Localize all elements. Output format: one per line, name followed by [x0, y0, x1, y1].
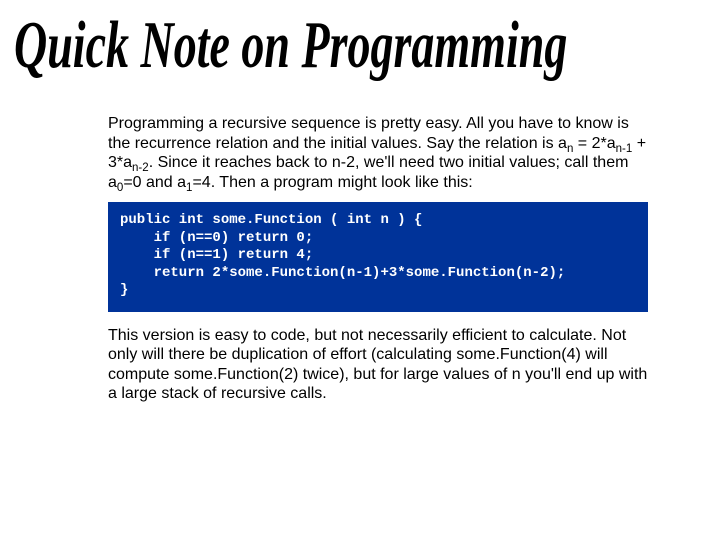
para1-text-b: = 2*a	[573, 135, 615, 152]
para1-text-a: Programming a recursive sequence is pret…	[108, 115, 629, 152]
subscript-n-minus-1: n-1	[616, 143, 633, 155]
para1-text-e: =0 and a	[123, 174, 186, 191]
code-line-3: if (n==1) return 4;	[120, 247, 313, 263]
subscript-n-minus-2: n-2	[132, 162, 149, 174]
code-block: public int some.Function ( int n ) { if …	[108, 202, 648, 312]
code-line-4: return 2*some.Function(n-1)+3*some.Funct…	[120, 265, 565, 281]
paragraph-2: This version is easy to code, but not ne…	[108, 326, 648, 404]
code-line-2: if (n==0) return 0;	[120, 230, 313, 246]
slide-body: Programming a recursive sequence is pret…	[108, 114, 648, 414]
code-line-5: }	[120, 282, 128, 298]
para1-text-f: =4. Then a program might look like this:	[192, 174, 472, 191]
code-line-1: public int some.Function ( int n ) {	[120, 212, 422, 228]
paragraph-1: Programming a recursive sequence is pret…	[108, 114, 648, 192]
slide: Quick Note on Programming Programming a …	[0, 0, 720, 540]
slide-title: Quick Note on Programming	[14, 6, 567, 83]
